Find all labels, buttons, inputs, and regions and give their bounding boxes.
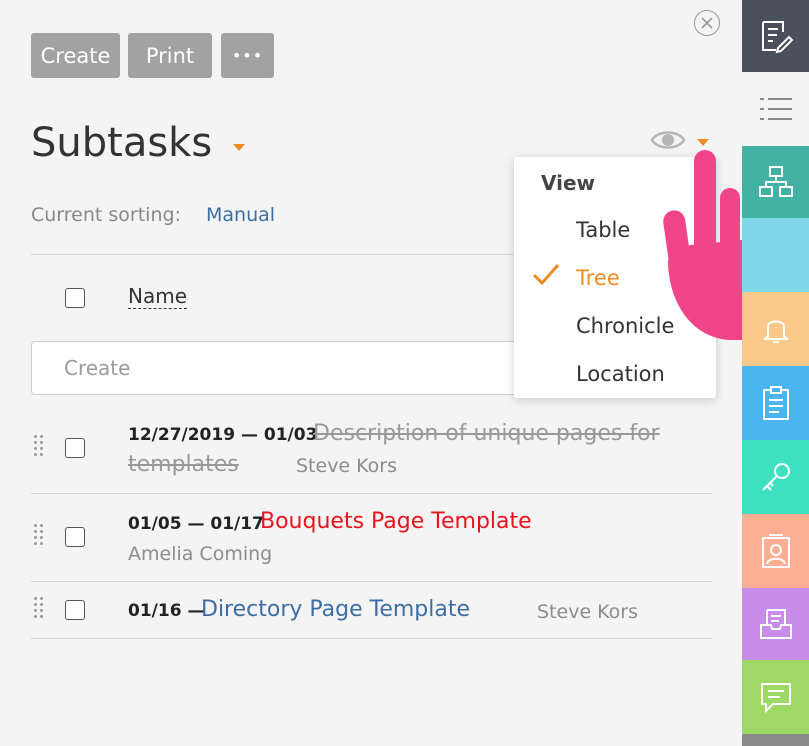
sidebar-item-edit[interactable] <box>742 0 809 72</box>
sidebar-item-more[interactable] <box>742 734 809 746</box>
task-title-link-continued[interactable]: templates <box>128 452 239 477</box>
view-option-table[interactable]: Table <box>576 218 630 242</box>
close-icon <box>701 17 713 29</box>
page-title: Subtasks <box>31 120 213 166</box>
sorting-value-link[interactable]: Manual <box>206 204 275 226</box>
task-checkbox[interactable] <box>65 438 85 458</box>
chat-icon <box>760 683 791 714</box>
sidebar-item-blue[interactable] <box>742 218 809 292</box>
pointer-hand-icon <box>663 150 742 340</box>
task-checkbox[interactable] <box>65 527 85 547</box>
hierarchy-icon <box>758 166 793 197</box>
key-icon <box>761 463 790 491</box>
drag-handle-icon[interactable] <box>34 435 46 457</box>
contact-icon <box>761 534 790 568</box>
select-all-checkbox[interactable] <box>65 288 85 308</box>
view-menu-header: View <box>541 171 596 195</box>
task-checkbox[interactable] <box>65 600 85 620</box>
task-assignee[interactable]: Steve Kors <box>296 455 397 477</box>
divider <box>31 493 712 494</box>
checkmark-icon <box>532 264 560 286</box>
sidebar-item-notifications[interactable] <box>742 292 809 366</box>
close-button[interactable] <box>694 10 720 36</box>
sorting-label: Current sorting: <box>31 204 181 226</box>
sidebar-item-list[interactable] <box>742 72 809 146</box>
sidebar-item-chat[interactable] <box>742 660 809 734</box>
print-button[interactable]: Print <box>128 33 212 78</box>
divider <box>31 638 712 639</box>
sidebar-item-access[interactable] <box>742 440 809 514</box>
edit-note-icon <box>761 21 793 54</box>
sidebar-item-tasks[interactable] <box>742 366 809 440</box>
create-button[interactable]: Create <box>31 33 120 78</box>
view-dropdown-caret-icon[interactable] <box>697 139 709 146</box>
task-assignee[interactable]: Amelia Coming <box>128 543 272 565</box>
name-column-header[interactable]: Name <box>128 284 188 309</box>
view-option-location[interactable]: Location <box>576 362 665 386</box>
sidebar-item-inbox[interactable] <box>742 588 809 660</box>
list-icon <box>759 98 792 120</box>
task-dates: 01/16 — <box>128 601 205 621</box>
sidebar-item-contacts[interactable] <box>742 514 809 588</box>
more-button[interactable]: ••• <box>221 33 274 78</box>
drag-handle-icon[interactable] <box>34 524 46 546</box>
task-dates: 12/27/2019 — 01/03 <box>128 425 318 445</box>
task-title-link[interactable]: Directory Page Template <box>201 597 470 622</box>
task-dates: 01/05 — 01/17 <box>128 514 264 534</box>
task-title-link[interactable]: Bouquets Page Template <box>260 509 532 534</box>
clipboard-icon <box>762 386 789 420</box>
title-caret-icon[interactable] <box>233 144 245 151</box>
inbox-icon <box>759 609 792 639</box>
task-assignee[interactable]: Steve Kors <box>537 601 638 623</box>
sidebar-item-hierarchy[interactable] <box>742 146 809 218</box>
right-sidebar <box>742 0 809 746</box>
subtasks-panel: Create Print ••• Subtasks Current sortin… <box>0 0 742 746</box>
bell-icon <box>762 320 789 343</box>
divider <box>31 581 712 582</box>
task-title-link[interactable]: Description of unique pages for <box>313 421 660 446</box>
view-option-tree[interactable]: Tree <box>576 266 620 290</box>
drag-handle-icon[interactable] <box>34 597 46 619</box>
